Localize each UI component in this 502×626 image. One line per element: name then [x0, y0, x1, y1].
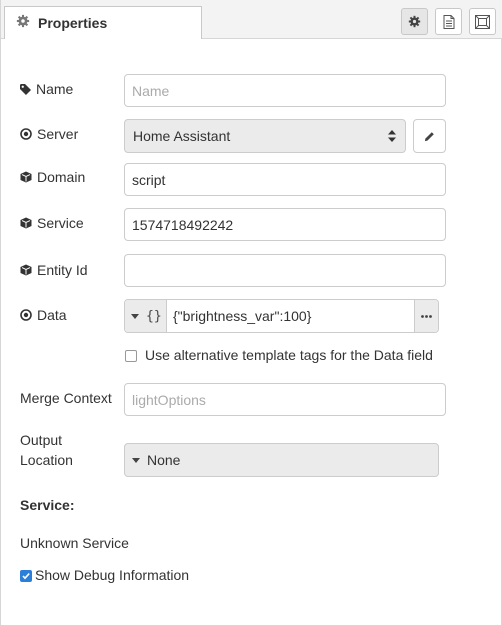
cube-icon	[20, 217, 32, 229]
description-button[interactable]	[435, 8, 462, 35]
name-label: Name	[20, 81, 73, 97]
edit-server-button[interactable]	[413, 119, 446, 153]
data-type-select[interactable]: {}	[125, 300, 167, 332]
frame-icon	[475, 14, 490, 29]
tab-properties[interactable]: Properties	[4, 6, 202, 39]
tag-icon	[20, 83, 31, 95]
check-icon	[22, 573, 30, 580]
service-heading: Service:	[20, 497, 75, 513]
data-value-input[interactable]: {"brightness_var":100}	[173, 308, 311, 324]
dot-circle-icon	[20, 309, 32, 321]
entity-id-input[interactable]	[124, 254, 446, 287]
cube-icon	[20, 264, 32, 276]
properties-panel: Properties Name Name Server Home Assista…	[0, 0, 502, 626]
merge-context-input[interactable]: lightOptions	[124, 383, 446, 416]
json-type-icon: {}	[146, 308, 162, 324]
data-label: Data	[20, 307, 67, 323]
service-label: Service	[20, 215, 84, 231]
show-debug-checkbox[interactable]	[20, 570, 32, 582]
output-location-select[interactable]: None	[124, 443, 439, 477]
caret-down-icon	[131, 313, 139, 319]
server-select-value: Home Assistant	[133, 128, 231, 144]
tab-bar: Properties	[1, 0, 502, 39]
show-debug-label: Show Debug Information	[35, 567, 190, 583]
settings-button[interactable]	[401, 8, 428, 35]
document-icon	[443, 14, 454, 29]
domain-label: Domain	[20, 169, 85, 185]
service-info-text: Unknown Service	[20, 535, 129, 551]
service-input[interactable]: 1574718492242	[124, 208, 446, 241]
gear-icon	[408, 15, 421, 28]
merge-context-label: Merge Context	[20, 390, 112, 406]
expand-editor-button[interactable]	[414, 300, 438, 332]
alt-template-label: Use alternative template tags for the Da…	[145, 347, 433, 363]
cube-icon	[20, 171, 32, 183]
select-arrows-icon	[388, 130, 396, 142]
caret-down-icon	[132, 457, 140, 463]
output-location-label: Output Location	[20, 432, 73, 468]
entity-id-label: Entity Id	[20, 262, 88, 278]
appearance-button[interactable]	[469, 8, 496, 35]
data-typed-input: {} {"brightness_var":100}	[124, 299, 439, 333]
alt-template-checkbox[interactable]	[125, 350, 137, 362]
dot-circle-icon	[20, 128, 32, 140]
output-location-value: None	[147, 452, 181, 468]
pencil-icon	[424, 131, 434, 141]
server-label: Server	[20, 126, 78, 142]
gear-icon	[16, 14, 30, 28]
name-input[interactable]: Name	[124, 74, 446, 107]
ellipsis-icon	[421, 314, 432, 318]
tab-label: Properties	[38, 15, 108, 31]
domain-input[interactable]: script	[124, 163, 446, 196]
server-select[interactable]: Home Assistant	[124, 119, 406, 153]
